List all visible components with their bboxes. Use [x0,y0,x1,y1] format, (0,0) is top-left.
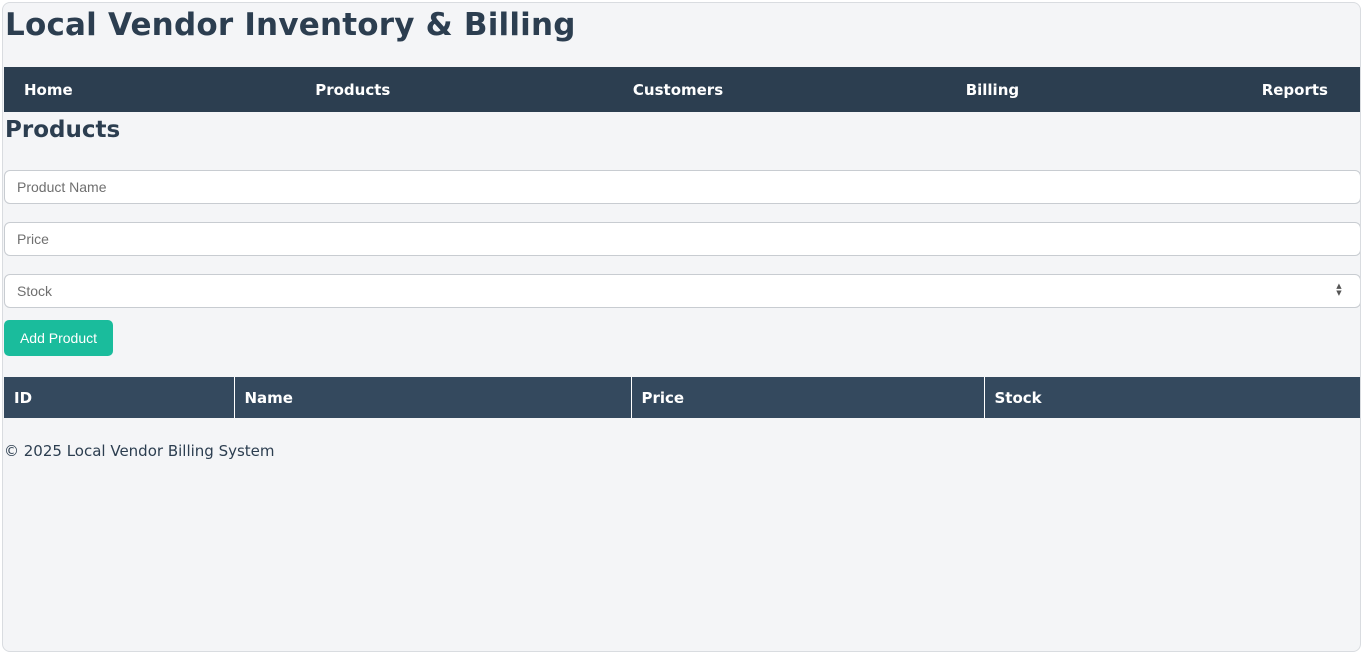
column-header-stock: Stock [984,377,1360,418]
column-header-price: Price [631,377,985,418]
app-title: Local Vendor Inventory & Billing [5,7,576,43]
nav-products-link[interactable]: Products [315,81,390,99]
column-header-name: Name [234,377,632,418]
products-table: ID Name Price Stock [4,377,1360,418]
product-name-input[interactable] [4,170,1360,204]
price-input[interactable] [4,222,1360,256]
section-title: Products [5,117,121,143]
nav-customers-link[interactable]: Customers [633,81,723,99]
spin-arrows-icon[interactable]: ▲ ▼ [1332,283,1346,299]
add-product-button[interactable]: Add Product [4,320,113,356]
main-nav: Home Products Customers Billing Reports [4,67,1360,112]
nav-reports-link[interactable]: Reports [1262,81,1328,99]
nav-home-link[interactable]: Home [24,81,73,99]
table-header-row: ID Name Price Stock [4,377,1360,418]
footer-copyright: © 2025 Local Vendor Billing System [4,442,275,460]
stock-input[interactable] [4,274,1360,308]
app-frame: Local Vendor Inventory & Billing Home Pr… [2,2,1361,652]
nav-billing-link[interactable]: Billing [966,81,1019,99]
column-header-id: ID [4,377,235,418]
